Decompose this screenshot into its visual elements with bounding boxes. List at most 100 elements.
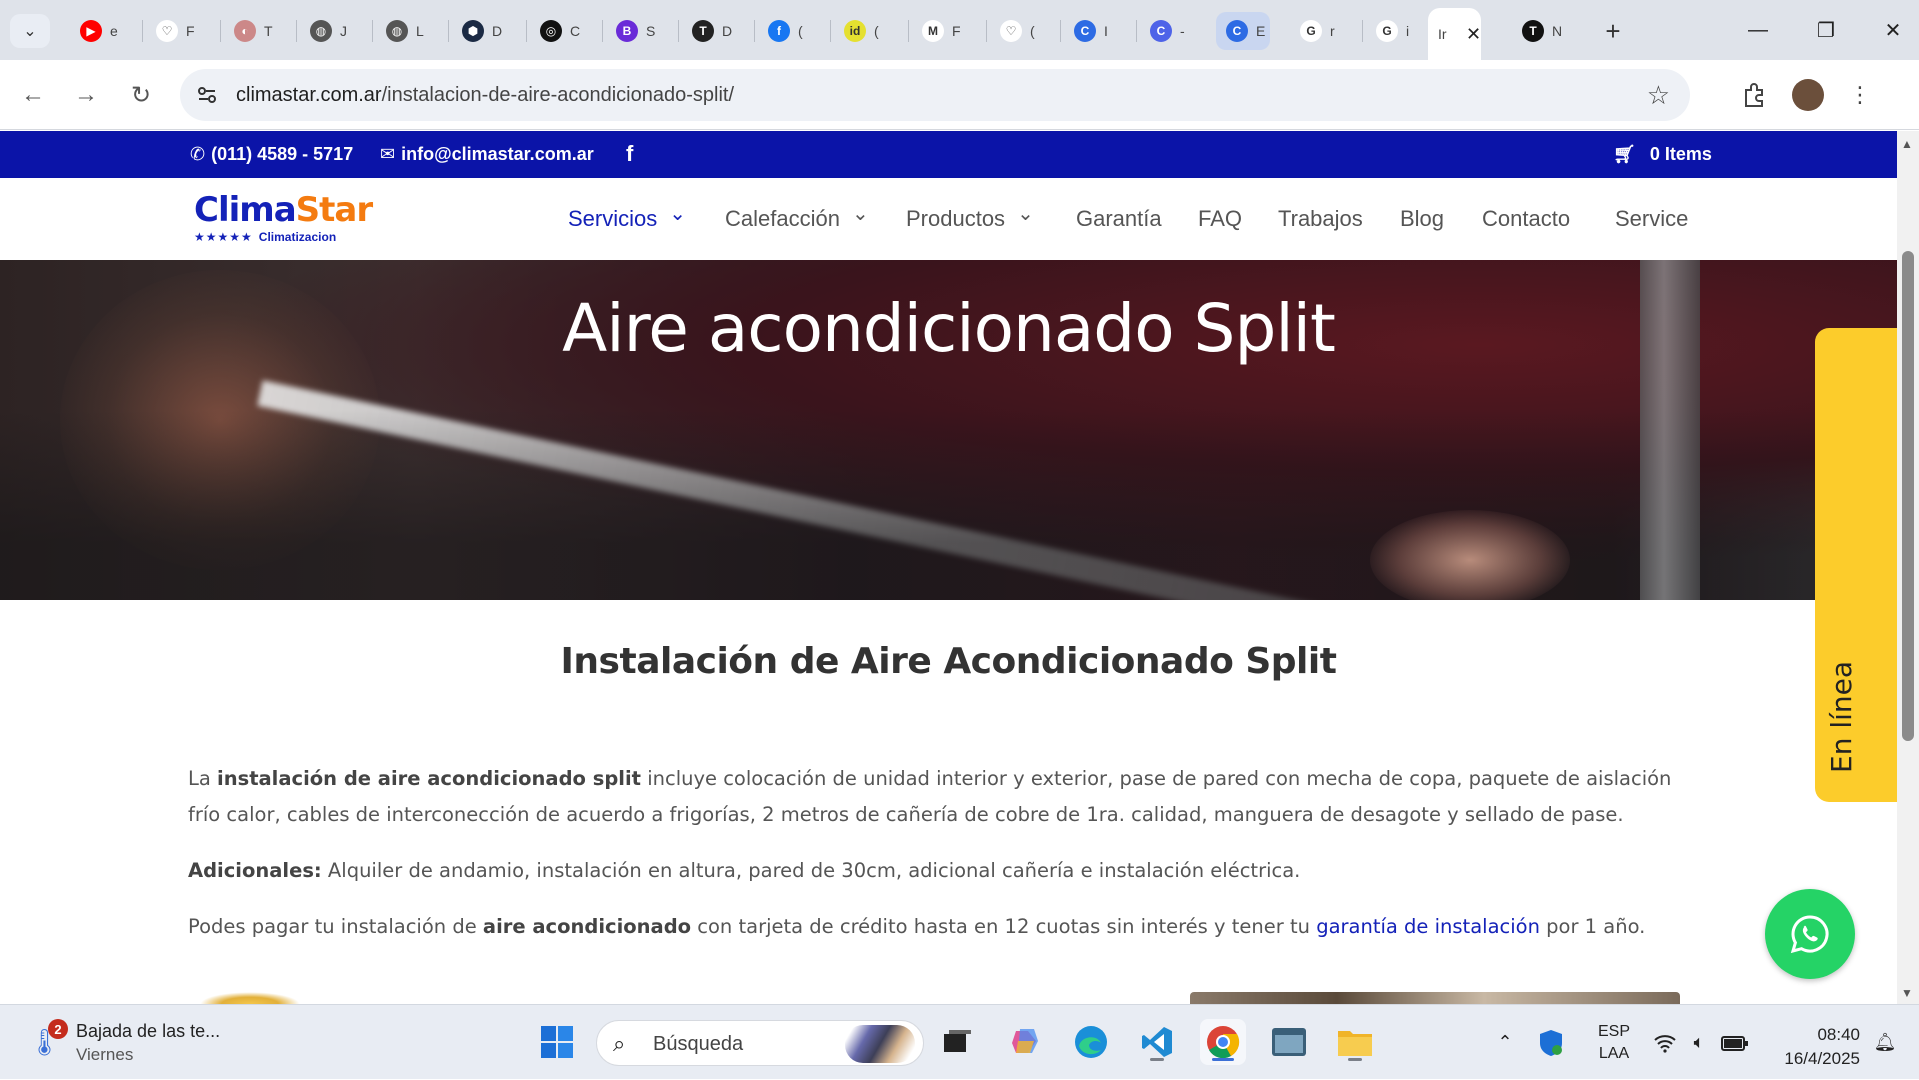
browser-tab[interactable]: Gi (1366, 11, 1420, 51)
browser-toolbar: ← → ↻ climastar.com.ar/instalacion-de-ai… (0, 60, 1919, 130)
nav-item-faq[interactable]: FAQ (1198, 206, 1242, 232)
nav-item-servicios[interactable]: Servicios ⌄ (568, 203, 686, 232)
show-hidden-icons[interactable]: ⌃ (1490, 1005, 1520, 1080)
chevron-down-icon: ⌄ (851, 202, 869, 225)
new-tab-button[interactable]: + (1596, 14, 1630, 48)
start-button[interactable] (534, 1019, 580, 1065)
tab-favicon-icon: T (692, 20, 714, 42)
taskbar-search[interactable]: ⌕ Búsqueda (596, 1020, 924, 1066)
envelope-icon: ✉ (380, 144, 396, 164)
online-chat-tab[interactable]: En línea (1815, 328, 1897, 802)
reload-button[interactable]: ↻ (123, 77, 159, 113)
tab-favicon-icon: id (844, 20, 866, 42)
browser-tab[interactable]: ◐ T (224, 11, 278, 51)
menu-kebab-icon[interactable]: ⋮ (1842, 77, 1878, 113)
facebook-icon[interactable]: f (626, 141, 633, 167)
nav-item-garantia[interactable]: Garantía (1076, 206, 1162, 232)
tab-favicon-icon: T (1522, 20, 1544, 42)
vscode-icon[interactable] (1134, 1019, 1180, 1065)
copilot-icon[interactable] (1002, 1019, 1048, 1065)
browser-tab[interactable]: ◍ L (376, 11, 430, 51)
nav-item-trabajos[interactable]: Trabajos (1278, 206, 1363, 232)
tab-favicon-icon: ♡ (156, 20, 178, 42)
browser-tab[interactable]: Gr (1290, 11, 1344, 51)
browser-tab[interactable]: f( (758, 11, 812, 51)
browser-tab[interactable]: Ir ✕ (1428, 8, 1482, 60)
browser-tab[interactable]: CI (1064, 11, 1118, 51)
forward-button[interactable]: → (68, 77, 104, 113)
browser-tab[interactable]: TN (1512, 11, 1566, 51)
language-indicator[interactable]: ESP LAA (1584, 1005, 1644, 1080)
tab-favicon-icon: B (616, 20, 638, 42)
wifi-icon[interactable] (1650, 1005, 1680, 1080)
tab-favicon-icon: ⬢ (462, 20, 484, 42)
browser-tab[interactable]: ♡( (990, 11, 1044, 51)
paragraph-extras: Adicionales: Alquiler de andamio, instal… (188, 859, 1301, 882)
nav-item-blog[interactable]: Blog (1400, 206, 1444, 232)
cart-link[interactable]: 🛒︎ 0 Items (1613, 144, 1712, 165)
back-button[interactable]: ← (15, 77, 51, 113)
tab-favicon-icon: C (1150, 20, 1172, 42)
email-link[interactable]: ✉ info@climastar.com.ar (380, 144, 594, 165)
system-clock[interactable]: 08:40 16/4/2025 (1760, 1023, 1860, 1071)
nav-item-productos[interactable]: Productos ⌄ (906, 203, 1034, 232)
address-bar[interactable]: climastar.com.ar/instalacion-de-aire-aco… (180, 69, 1690, 121)
chevron-down-icon: ⌄ (23, 23, 37, 40)
file-explorer-icon[interactable] (1332, 1019, 1378, 1065)
tab-favicon-icon: ◍ (310, 20, 332, 42)
search-icon: ⌕ (613, 1031, 626, 1056)
browser-tab[interactable]: ⬢ D (452, 11, 506, 51)
bookmark-star-icon[interactable]: ☆ (1647, 80, 1670, 111)
browser-tab[interactable]: BS (606, 11, 660, 51)
tab-search-button[interactable]: ⌄ (10, 14, 50, 48)
battery-icon[interactable] (1718, 1005, 1752, 1080)
browser-tab[interactable]: ▶ e (70, 11, 124, 51)
warranty-link[interactable]: garantía de instalación (1316, 915, 1540, 938)
nav-item-contacto[interactable]: Contacto (1482, 206, 1570, 232)
chevron-down-icon: ⌄ (1017, 202, 1034, 225)
notifications-icon[interactable]: 🔔︎ (1870, 1005, 1900, 1080)
browser-tab[interactable]: TD (682, 11, 736, 51)
task-view-icon[interactable] (934, 1019, 980, 1065)
profile-avatar[interactable] (1790, 77, 1826, 113)
site-info-icon[interactable] (194, 82, 220, 108)
browser-tab[interactable]: id( (834, 11, 888, 51)
page-scrollbar[interactable]: ▲ ▼ (1897, 131, 1919, 1004)
browser-tab[interactable]: ♡ F (146, 11, 200, 51)
tab-favicon-icon: C (1226, 20, 1248, 42)
edge-icon[interactable] (1068, 1019, 1114, 1065)
close-tab-icon[interactable]: ✕ (1466, 24, 1481, 45)
weather-widget[interactable]: 🌡︎ 2 Bajada de las te... Viernes (28, 1019, 258, 1069)
nav-item-calefaccion[interactable]: Calefacción ⌄ (725, 203, 869, 232)
top-contact-bar: ✆ (011) 4589 - 5717 ✉ info@climastar.com.a… (0, 131, 1897, 178)
paragraph-intro: La instalación de aire acondicionado spl… (188, 767, 1672, 826)
cart-icon: 🛒︎ (1613, 144, 1636, 164)
chrome-icon[interactable] (1200, 1019, 1246, 1065)
close-window-button[interactable]: ✕ (1863, 12, 1919, 48)
site-logo[interactable]: ClimaStar ★★★★★ Climatizacion (194, 192, 374, 248)
whatsapp-button[interactable] (1765, 889, 1855, 979)
browser-tab[interactable]: ◎ C (530, 11, 584, 51)
tab-favicon-icon: ▶ (80, 20, 102, 42)
notification-badge: 2 (48, 1019, 68, 1039)
volume-icon[interactable]: 🔈︎ (1684, 1005, 1714, 1080)
chevron-down-icon: ⌄ (669, 202, 687, 225)
tab-favicon-icon: ◐ (234, 20, 256, 42)
tab-favicon-icon: G (1300, 20, 1322, 42)
browser-tab[interactable]: ◍ J (300, 11, 354, 51)
nav-item-service[interactable]: Service (1615, 206, 1688, 232)
browser-tab[interactable]: MF (912, 11, 966, 51)
tab-favicon-icon: C (1074, 20, 1096, 42)
terminal-app-icon[interactable] (1266, 1019, 1312, 1065)
minimize-button[interactable]: — (1728, 12, 1788, 48)
browser-tab[interactable]: C- (1140, 11, 1194, 51)
phone-link[interactable]: ✆ (011) 4589 - 5717 (190, 144, 353, 165)
tab-favicon-icon: ♡ (1000, 20, 1022, 42)
url-text: climastar.com.ar/instalacion-de-aire-aco… (236, 84, 735, 106)
security-shield-icon[interactable] (1534, 1005, 1568, 1080)
tab-favicon-icon: ◎ (540, 20, 562, 42)
extensions-icon[interactable] (1736, 77, 1772, 113)
restore-button[interactable]: ❐ (1796, 12, 1856, 48)
browser-tab[interactable]: CE (1216, 12, 1270, 50)
tab-favicon-icon: ◍ (386, 20, 408, 42)
